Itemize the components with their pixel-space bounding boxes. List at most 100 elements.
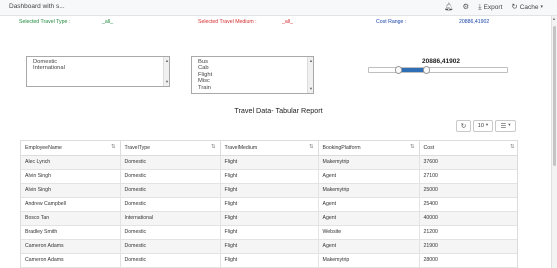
travel-type-cell: Domestic — [120, 225, 221, 240]
travel-type-cell: Domestic — [120, 239, 221, 254]
booking-platform-cell: Makemytrip — [318, 183, 420, 198]
column-header-travel-medium[interactable]: TravelMedium ⇅ — [220, 141, 319, 156]
table-row[interactable]: Cameron Adams Domestic Flight Makemytrip 280… — [21, 253, 517, 268]
columns-toggle-button[interactable]: ☰ ▾ — [495, 120, 516, 132]
listbox-scrollbar[interactable]: ▲ ▼ — [307, 57, 313, 93]
cost-cell: 21900 — [419, 239, 517, 254]
column-header-employee[interactable]: EmployeeName ⇅ — [21, 141, 121, 156]
export-label: Export — [483, 3, 503, 11]
sort-icon[interactable]: ⇅ — [309, 144, 314, 150]
travel-medium-cell: Flight — [220, 169, 319, 184]
table-row[interactable]: Alvin Singh Domestic Flight Makemytrip 25000 — [21, 183, 517, 198]
table-row[interactable]: Bosco Tan International Flight Agent 40000 — [21, 211, 517, 226]
booking-platform-cell: Makemytrip — [318, 253, 420, 268]
table-row[interactable]: Alec Lynch Domestic Flight Makemytrip 37600 — [21, 155, 517, 170]
sort-icon[interactable]: ⇅ — [510, 144, 515, 150]
travel-type-cell: Domestic — [120, 197, 221, 212]
travel-type-option[interactable]: International — [27, 65, 169, 71]
table-refresh-button[interactable]: ↻ — [456, 120, 471, 132]
travel-medium-cell: Flight — [220, 253, 319, 268]
top-toolbar: 🔔︎ ⚙ ⤓ Export ↻ Cache ▾ — [444, 2, 543, 12]
cost-range-slider[interactable] — [368, 66, 508, 74]
travel-medium-cell: Flight — [220, 211, 319, 226]
travel-type-listbox[interactable]: Domestic International ▲ ▼ — [26, 56, 170, 87]
cost-cell: 25400 — [419, 197, 517, 212]
report-title: Travel Data- Tabular Report — [234, 106, 323, 115]
chevron-down-icon: ▾ — [485, 123, 489, 128]
booking-platform-cell: Website — [318, 225, 420, 240]
cost-cell: 37600 — [419, 155, 517, 170]
refresh-icon: ↻ — [511, 2, 518, 11]
cache-button[interactable]: ↻ Cache ▾ — [511, 2, 543, 12]
table-row[interactable]: Bradley Smith Domestic Flight Website 21200 — [21, 225, 517, 240]
employee-name-cell: Alvin Singh — [21, 183, 121, 198]
column-header-cost[interactable]: Cost ⇅ — [419, 141, 517, 156]
chevron-down-icon: ▾ — [540, 4, 543, 10]
refresh-icon: ↻ — [460, 122, 467, 130]
employee-name-cell: Bosco Tan — [21, 211, 121, 226]
cost-cell: 40000 — [419, 211, 517, 226]
travel-type-cell: International — [120, 211, 221, 226]
column-header-label: BookingPlatform — [322, 144, 361, 151]
booking-platform-cell: Agent — [318, 197, 420, 212]
employee-name-cell: Andrew Campbell — [21, 197, 121, 212]
employee-name-cell: Bradley Smith — [21, 225, 121, 240]
scroll-down-icon[interactable]: ▼ — [165, 79, 169, 85]
dashboard-title: Dashboard with s... — [9, 3, 65, 10]
listbox-scrollbar[interactable]: ▲ ▼ — [163, 57, 169, 86]
employee-name-cell: Alvin Singh — [21, 169, 121, 184]
travel-medium-label: Selected Travel Medium : — [198, 19, 257, 25]
page-size-value: 10 — [477, 123, 484, 129]
employee-name-cell: Alec Lynch — [21, 155, 121, 170]
report-table: EmployeeName ⇅ TravelType ⇅ TravelMedium ⇅ … — [20, 140, 518, 268]
top-bar: Dashboard with s... 🔔︎ ⚙ ⤓ Export ↻ Cach… — [0, 0, 557, 16]
cost-cell: 27100 — [419, 169, 517, 184]
travel-medium-listbox[interactable]: Bus Cab Flight Misc Train ▲ ▼ — [191, 56, 314, 94]
travel-medium-option[interactable]: Train — [192, 85, 313, 91]
sort-icon[interactable]: ⇅ — [211, 144, 216, 150]
booking-platform-cell: Agent — [318, 211, 420, 226]
chevron-down-icon: ▾ — [508, 123, 511, 128]
settings-button[interactable]: ⚙ — [463, 2, 470, 12]
sort-icon[interactable]: ⇅ — [410, 144, 415, 150]
gear-icon: ⚙ — [462, 2, 470, 11]
cost-cell: 25000 — [419, 183, 517, 198]
travel-medium-cell: Flight — [220, 239, 319, 254]
scrollbar-thumb[interactable] — [553, 26, 556, 166]
travel-type-value: _all_ — [102, 19, 113, 25]
cost-cell: 28000 — [419, 253, 517, 268]
booking-platform-cell: Agent — [318, 239, 420, 254]
travel-medium-cell: Flight — [220, 155, 319, 170]
table-header-row: EmployeeName ⇅ TravelType ⇅ TravelMedium ⇅ … — [21, 141, 517, 156]
employee-name-cell: Cameron Adams — [21, 253, 121, 268]
booking-platform-cell: Agent — [318, 169, 420, 184]
employee-name-cell: Cameron Adams — [21, 239, 121, 254]
download-icon: ⤓ — [478, 2, 482, 11]
column-header-travel-type[interactable]: TravelType ⇅ — [120, 141, 221, 156]
table-row[interactable]: Andrew Campbell Domestic Flight Agent 25400 — [21, 197, 517, 212]
scroll-up-icon[interactable]: ▲ — [309, 58, 313, 64]
booking-platform-cell: Makemytrip — [318, 155, 420, 170]
cost-slider-value: 20886,41902 — [422, 58, 460, 65]
scroll-up-icon[interactable]: ▲ — [552, 16, 556, 21]
slider-low-handle[interactable] — [395, 66, 403, 74]
column-header-booking-platform[interactable]: BookingPlatform ⇅ — [318, 141, 420, 156]
table-row[interactable]: Alvin Singh Domestic Flight Agent 27100 — [21, 169, 517, 184]
travel-type-label: Selected Travel Type : — [19, 19, 71, 25]
sort-icon[interactable]: ⇅ — [111, 144, 116, 150]
cost-range-value: 20886,41902 — [459, 19, 490, 25]
page-size-dropdown[interactable]: 10 ▾ — [473, 120, 493, 132]
travel-type-cell: Domestic — [120, 169, 221, 184]
column-header-label: TravelType — [124, 144, 150, 151]
scroll-up-icon[interactable]: ▲ — [165, 58, 169, 64]
table-row[interactable]: Cameron Adams Domestic Flight Agent 21900 — [21, 239, 517, 254]
column-header-label: Cost — [423, 144, 435, 151]
travel-medium-cell: Flight — [220, 197, 319, 212]
notifications-button[interactable]: 🔔︎ — [444, 2, 454, 12]
export-button[interactable]: ⤓ Export — [478, 2, 502, 12]
list-icon: ☰ — [500, 122, 507, 130]
scroll-down-icon[interactable]: ▼ — [309, 86, 313, 92]
page-scrollbar[interactable]: ▲ — [551, 16, 557, 268]
cost-range-label: Cost Range : — [376, 19, 407, 25]
slider-high-handle[interactable] — [422, 66, 430, 74]
